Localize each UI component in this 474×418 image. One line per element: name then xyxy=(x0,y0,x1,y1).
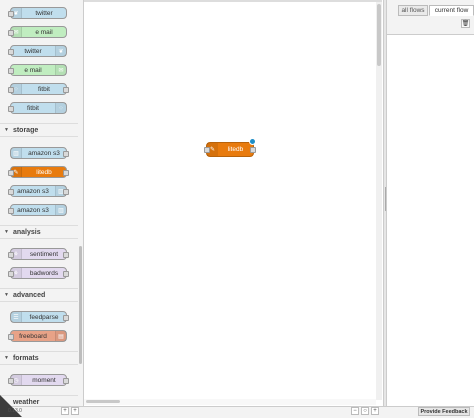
palette-scroll-thumb[interactable] xyxy=(79,246,82,364)
bucket-icon: ▥ xyxy=(55,205,66,215)
category-advanced[interactable]: ▼ advanced xyxy=(0,288,78,302)
chevron-down-icon: ▼ xyxy=(4,229,9,235)
palette-node-email[interactable]: ✉ e mail xyxy=(8,26,67,38)
zoom-in-button[interactable]: + xyxy=(371,407,379,415)
envelope-icon: ✉ xyxy=(55,65,66,75)
workspace-node-litedb[interactable]: ✎ litedb xyxy=(204,142,256,157)
palette-node-freeboard[interactable]: freeboard ▤ xyxy=(8,330,67,342)
palette-collapse-button[interactable]: + xyxy=(61,407,69,415)
palette-node-amazon-s3-out[interactable]: amazon s3 ▥ xyxy=(8,204,67,216)
zoom-reset-button[interactable]: ○ xyxy=(361,407,369,415)
horizontal-scroll-thumb[interactable] xyxy=(86,400,120,403)
sidebar-header: all flows current flow 🗑 xyxy=(387,0,474,35)
tab-current-flow[interactable]: current flow xyxy=(429,5,474,16)
palette-node-litedb[interactable]: ✎ litedb xyxy=(8,166,69,178)
palette-expand-button[interactable]: + xyxy=(71,407,79,415)
input-port[interactable] xyxy=(204,147,210,153)
palette-node-feedparse[interactable]: ☰ feedparse xyxy=(10,311,69,323)
rss-icon: ☰ xyxy=(11,312,22,322)
splitter-grip-icon xyxy=(385,187,386,211)
palette-node-badwords[interactable]: ⚘ badwords xyxy=(8,267,69,279)
version-label: 0.13.0 xyxy=(8,408,22,414)
bucket-icon: ▥ xyxy=(11,148,22,158)
palette-node-twitter[interactable]: ❦ twitter xyxy=(8,7,67,19)
info-sidebar: all flows current flow 🗑 xyxy=(387,0,474,406)
category-weather[interactable]: ▼ weather xyxy=(0,395,78,406)
node-palette: ❦ twitter ✉ e mail twitter ❦ e mail ✉ ⁘ … xyxy=(0,0,79,406)
category-formats[interactable]: ▼ formats xyxy=(0,351,78,365)
palette-node-moment[interactable]: ◷ moment xyxy=(8,374,69,386)
trash-icon[interactable]: 🗑 xyxy=(461,19,470,28)
palette-node-fitbit[interactable]: ⁘ fitbit xyxy=(8,83,69,95)
palette-node-amazon-s3-in[interactable]: ▥ amazon s3 xyxy=(10,147,69,159)
palette-node-twitter-out[interactable]: twitter ❦ xyxy=(8,45,67,57)
chevron-down-icon: ▼ xyxy=(4,127,9,133)
tab-all-flows[interactable]: all flows xyxy=(398,5,428,16)
chevron-down-icon: ▼ xyxy=(4,355,9,361)
workspace-vertical-scrollbar[interactable] xyxy=(376,2,382,400)
output-port[interactable] xyxy=(250,147,256,153)
category-analysis[interactable]: ▼ analysis xyxy=(0,225,78,239)
palette-node-fitbit-out[interactable]: fitbit ⁘ xyxy=(8,102,67,114)
palette-node-amazon-s3[interactable]: amazon s3 ▥ xyxy=(8,185,69,197)
workspace-horizontal-scrollbar[interactable] xyxy=(84,399,376,405)
vertical-scroll-thumb[interactable] xyxy=(377,4,381,66)
dashboard-icon: ▤ xyxy=(55,331,66,341)
flow-workspace[interactable] xyxy=(84,0,382,406)
twitter-bird-icon: ❦ xyxy=(55,46,66,56)
chevron-down-icon: ▼ xyxy=(4,292,9,298)
category-storage[interactable]: ▼ storage xyxy=(0,123,78,137)
provide-feedback-button[interactable]: Provide Feedback xyxy=(418,407,470,416)
palette-node-email-out[interactable]: e mail ✉ xyxy=(8,64,67,76)
node-changed-indicator xyxy=(249,138,256,145)
workspace-tab-bar xyxy=(84,0,382,2)
fitbit-icon: ⁘ xyxy=(55,103,66,113)
zoom-out-button[interactable]: − xyxy=(351,407,359,415)
palette-node-sentiment[interactable]: ⚘ sentiment xyxy=(8,248,69,260)
